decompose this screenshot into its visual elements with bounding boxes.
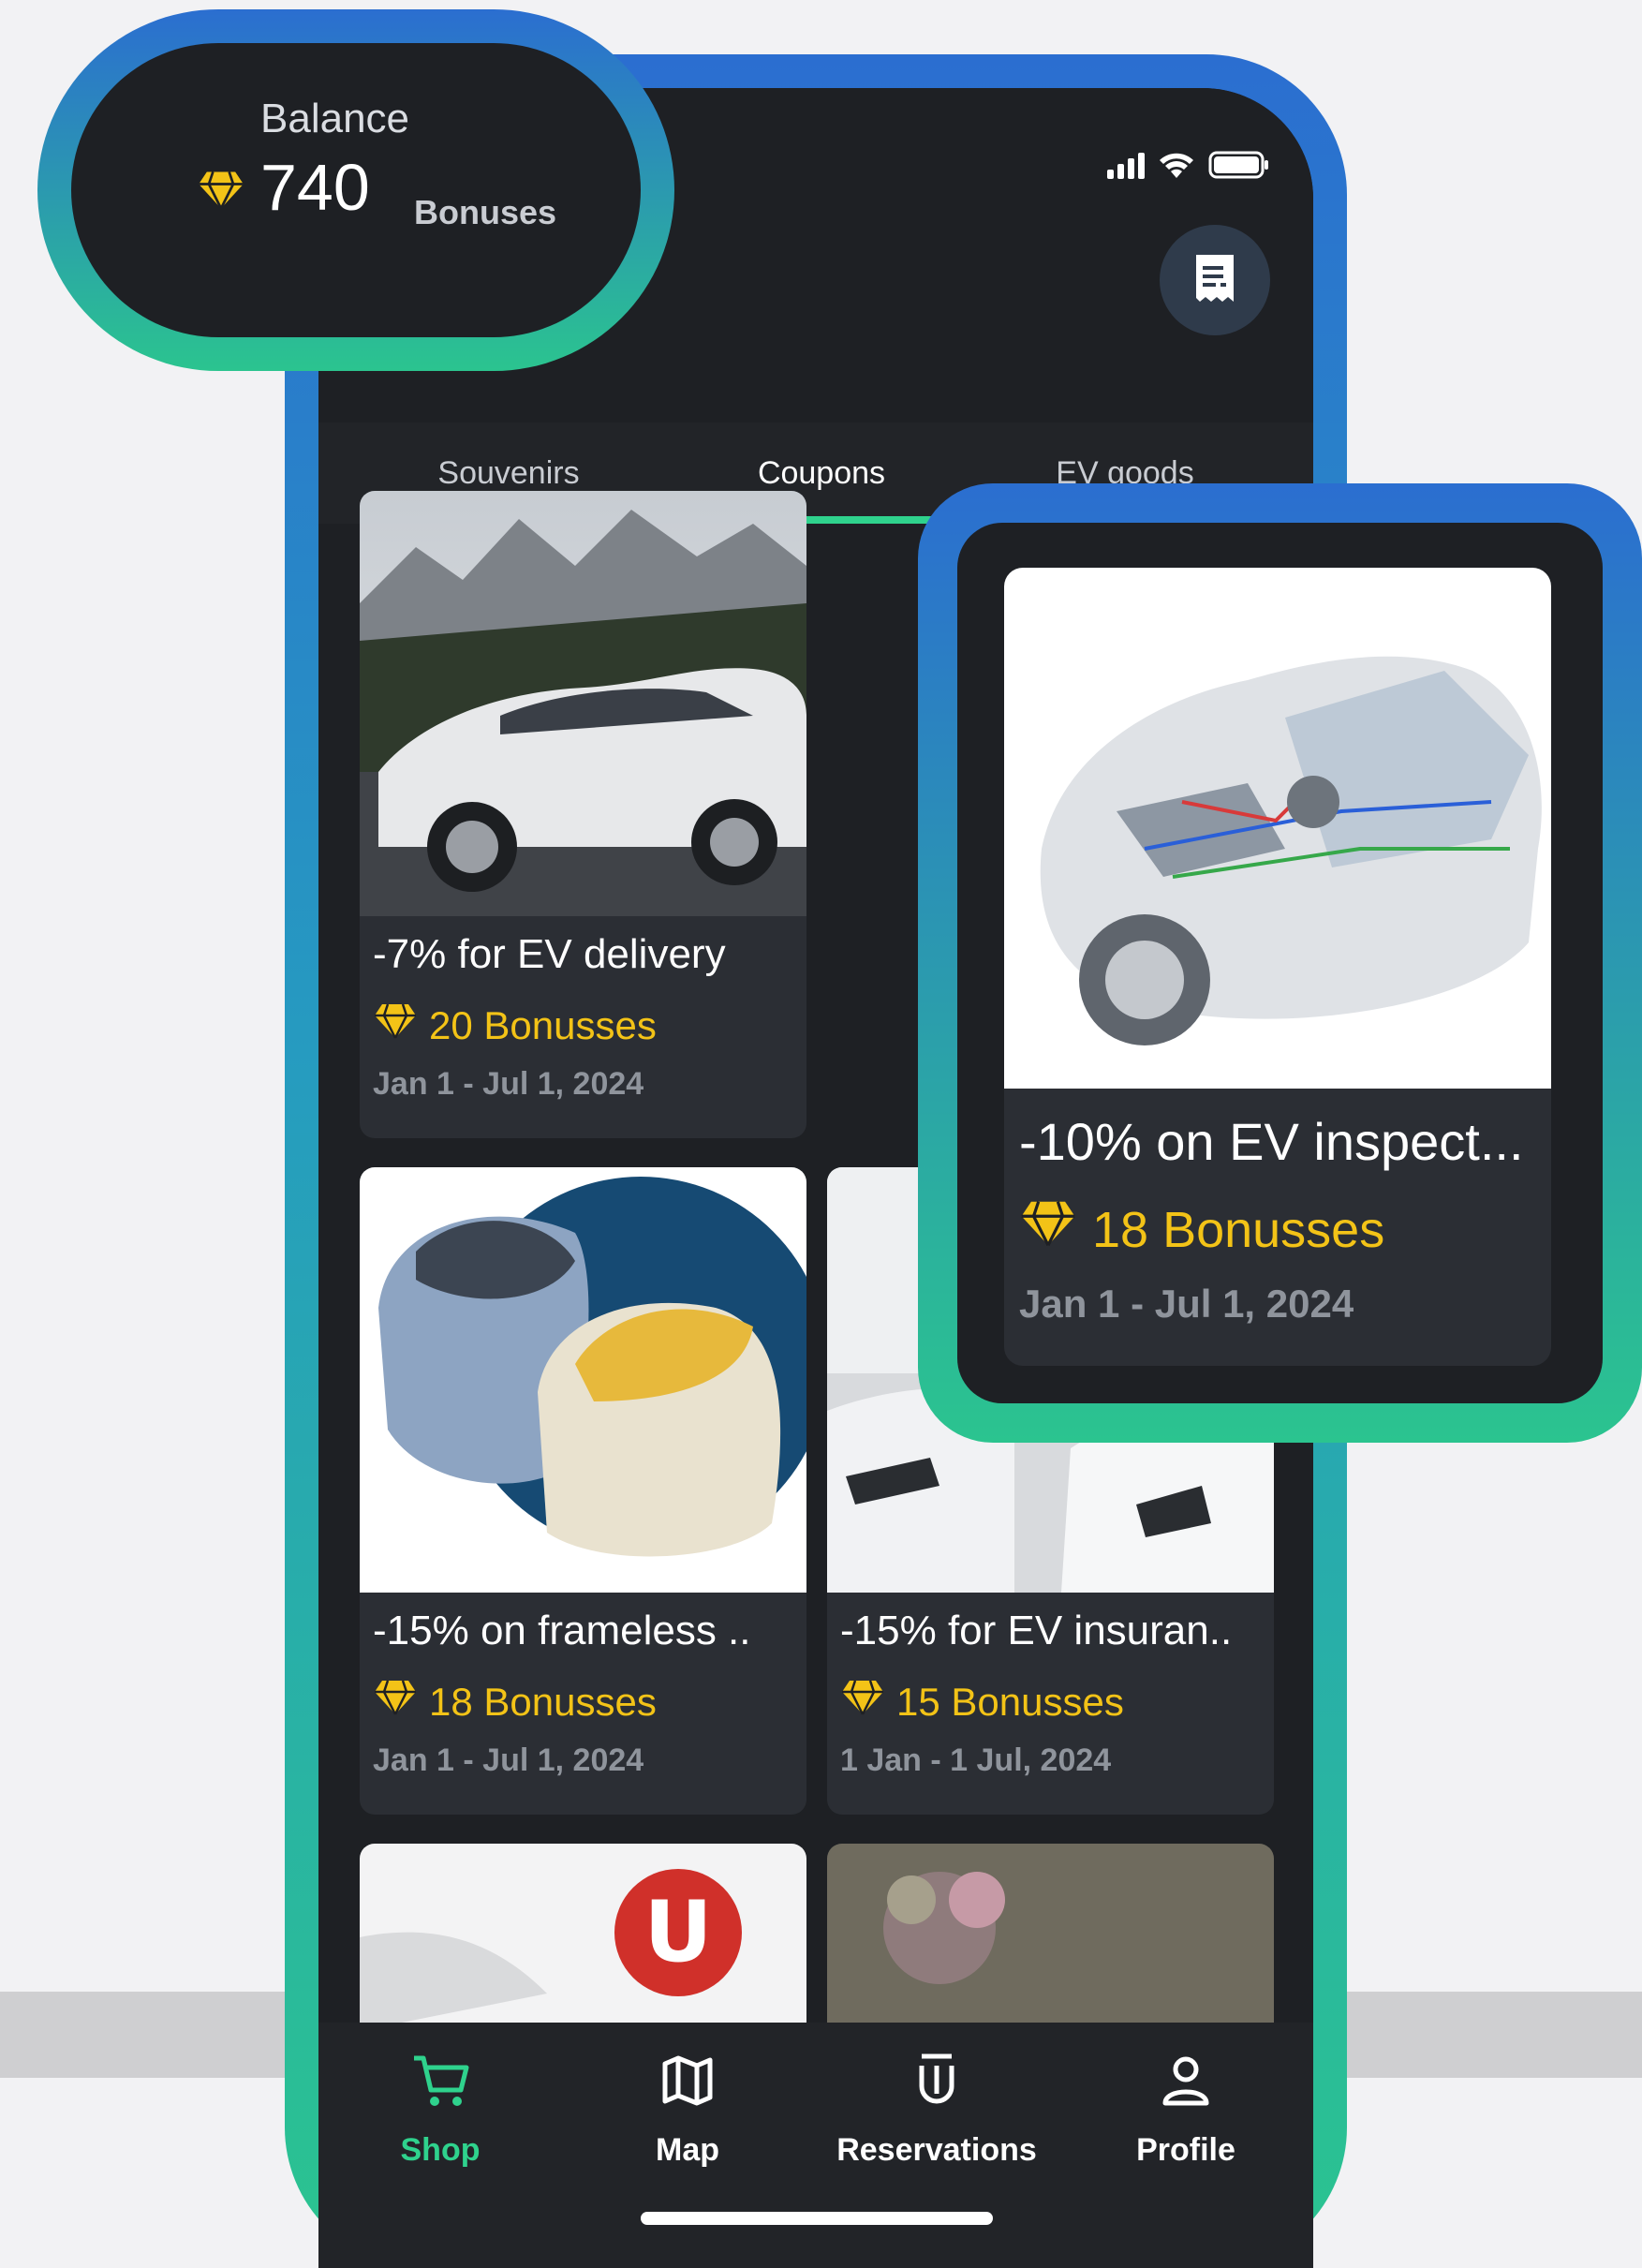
card-title: -15% on frameless .. bbox=[373, 1608, 751, 1653]
gem-icon bbox=[373, 1002, 418, 1049]
gem-icon bbox=[1019, 1199, 1077, 1260]
receipt-button[interactable] bbox=[1160, 225, 1270, 335]
wifi-icon bbox=[1158, 150, 1195, 180]
card-title: -10% on EV inspect... bbox=[1019, 1112, 1524, 1171]
gem-icon bbox=[840, 1679, 885, 1726]
gem-icon bbox=[197, 169, 245, 215]
highlight-frame: -10% on EV inspect... 18 Bonusses Jan 1 … bbox=[918, 483, 1642, 1443]
user-icon bbox=[1158, 2053, 1214, 2117]
ev-cutaway-image bbox=[1004, 568, 1551, 1089]
home-indicator bbox=[641, 2212, 993, 2225]
status-bar bbox=[1107, 150, 1270, 180]
balance-label: Balance bbox=[260, 96, 410, 141]
balance-pill[interactable]: Balance 740 Bonuses bbox=[37, 9, 674, 371]
balance-value: 740 bbox=[260, 151, 370, 224]
card-bonus: 18 Bonusses bbox=[1019, 1199, 1384, 1260]
u-logo-icon bbox=[909, 2053, 965, 2117]
map-icon bbox=[659, 2053, 716, 2117]
battery-icon bbox=[1208, 150, 1270, 180]
cart-icon bbox=[410, 2053, 470, 2117]
card-bonus: 15 Bonusses bbox=[840, 1679, 1124, 1726]
bottom-nav: Shop Map Reservations Profile bbox=[318, 2023, 1313, 2268]
coupon-card[interactable]: -7% for EV delivery 20 Bonusses Jan 1 - … bbox=[360, 491, 806, 1138]
card-dates: Jan 1 - Jul 1, 2024 bbox=[1019, 1282, 1354, 1326]
card-bonus: 18 Bonusses bbox=[373, 1679, 657, 1726]
nav-reservations[interactable]: Reservations bbox=[815, 2053, 1058, 2169]
nav-profile[interactable]: Profile bbox=[1064, 2053, 1308, 2169]
balance-unit: Bonuses bbox=[414, 193, 557, 231]
card-title: -15% for EV insuran.. bbox=[840, 1608, 1233, 1653]
beanbag-chairs-image bbox=[360, 1167, 806, 1593]
card-dates: 1 Jan - 1 Jul, 2024 bbox=[840, 1742, 1112, 1778]
svg-text:U: U bbox=[643, 1883, 712, 1981]
coupon-card[interactable]: -15% on frameless .. 18 Bonusses Jan 1 -… bbox=[360, 1167, 806, 1815]
nav-shop[interactable]: Shop bbox=[318, 2053, 562, 2169]
card-title: -7% for EV delivery bbox=[373, 931, 726, 977]
card-bonus: 20 Bonusses bbox=[373, 1002, 657, 1049]
card-dates: Jan 1 - Jul 1, 2024 bbox=[373, 1066, 644, 1102]
card-dates: Jan 1 - Jul 1, 2024 bbox=[373, 1742, 644, 1778]
car-mountain-image bbox=[360, 491, 806, 916]
nav-map[interactable]: Map bbox=[566, 2053, 809, 2169]
gem-icon bbox=[373, 1679, 418, 1726]
receipt-icon bbox=[1192, 253, 1237, 307]
coupon-card-highlighted[interactable]: -10% on EV inspect... 18 Bonusses Jan 1 … bbox=[1004, 568, 1551, 1366]
signal-icon bbox=[1107, 151, 1145, 179]
highlight-inner: -10% on EV inspect... 18 Bonusses Jan 1 … bbox=[957, 523, 1603, 1403]
